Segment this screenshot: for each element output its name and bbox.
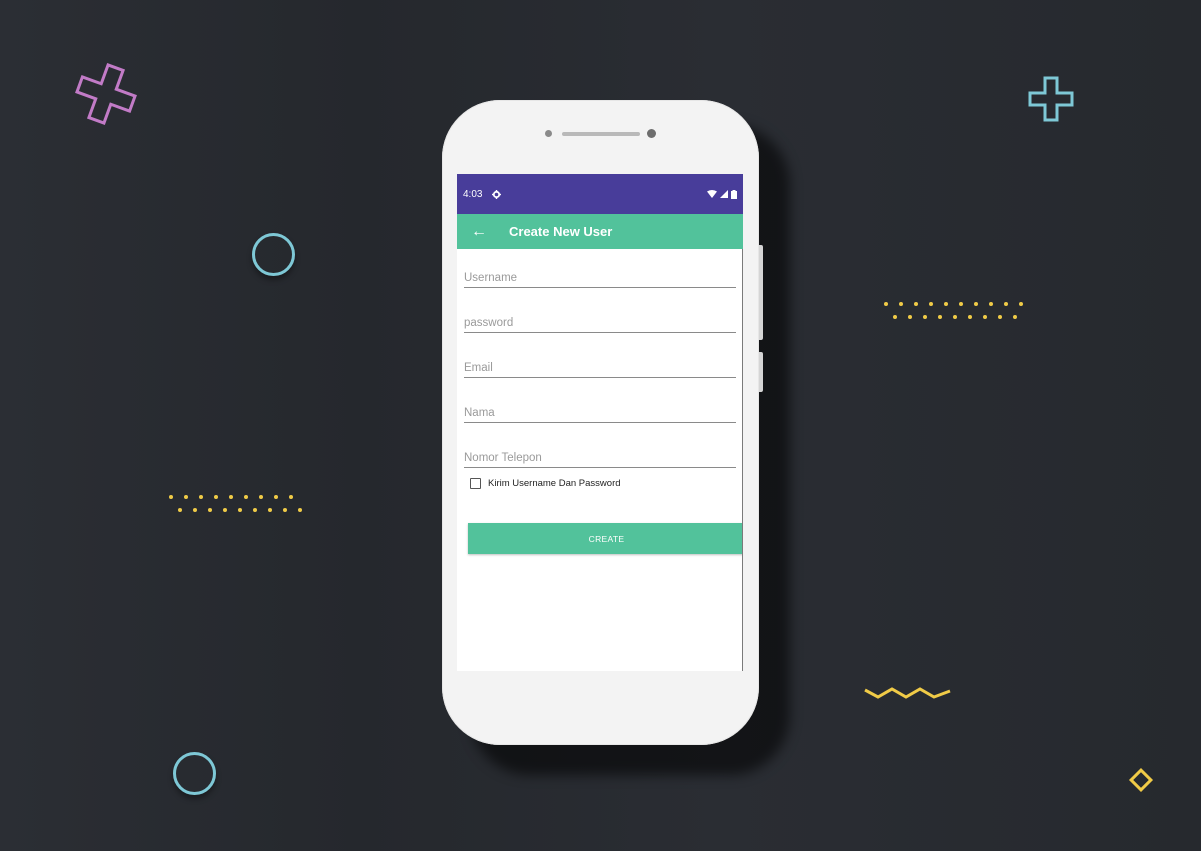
- username-field: [464, 249, 736, 294]
- sensor-dot: [545, 130, 552, 137]
- create-user-form: Kirim Username Dan Password CREATE: [457, 249, 743, 554]
- username-input[interactable]: [464, 272, 736, 288]
- gear-icon: [492, 189, 502, 199]
- app-bar: ← Create New User: [457, 214, 743, 249]
- screen-edge: [742, 249, 743, 671]
- send-credentials-option[interactable]: Kirim Username Dan Password: [470, 478, 736, 489]
- status-bar: 4:03: [457, 174, 743, 214]
- dots-decoration: [884, 302, 1034, 306]
- cyan-circle-decoration: [252, 233, 295, 276]
- battery-icon: [731, 189, 737, 199]
- cyan-cross-decoration: [1028, 76, 1074, 122]
- volume-button: [759, 245, 763, 340]
- front-camera: [647, 129, 656, 138]
- pink-cross-decoration: [75, 63, 137, 125]
- cyan-circle-decoration: [173, 752, 216, 795]
- create-button[interactable]: CREATE: [468, 523, 743, 554]
- send-credentials-checkbox[interactable]: [470, 478, 481, 489]
- password-input[interactable]: [464, 317, 736, 333]
- phone-frame: 4:03 ← Create New User Username password…: [442, 100, 763, 745]
- password-field: [464, 294, 736, 339]
- phone-number-field: [464, 429, 736, 474]
- email-field: [464, 339, 736, 384]
- back-arrow-icon[interactable]: ←: [471, 223, 495, 240]
- page-title: Create New User: [509, 224, 613, 239]
- nama-field: [464, 384, 736, 429]
- power-button: [759, 352, 763, 392]
- diamond-decoration: [1128, 767, 1154, 793]
- earpiece-speaker: [562, 132, 640, 136]
- phone-screen: 4:03 ← Create New User Username password…: [457, 174, 743, 671]
- send-credentials-label: Kirim Username Dan Password: [488, 478, 621, 489]
- email-input[interactable]: [464, 362, 736, 378]
- status-time: 4:03: [463, 188, 483, 200]
- zigzag-decoration: [864, 687, 951, 699]
- dots-decoration: [893, 315, 1028, 319]
- signal-icon: [720, 190, 728, 198]
- wifi-icon: [707, 190, 717, 198]
- phone-number-input[interactable]: [464, 452, 736, 468]
- dots-decoration: [178, 508, 313, 512]
- nama-input[interactable]: [464, 407, 736, 423]
- dots-decoration: [169, 495, 304, 499]
